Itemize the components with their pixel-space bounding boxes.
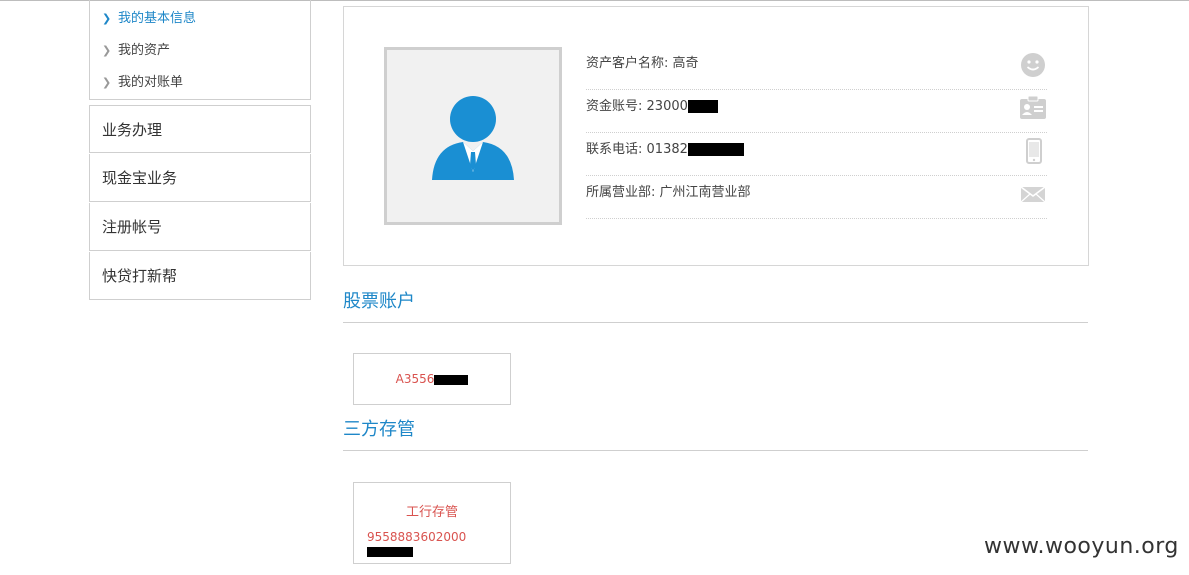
branch-value: 广州江南营业部 bbox=[659, 185, 751, 200]
watermark-text: www.wooyun.org bbox=[984, 534, 1179, 559]
bank-account-number: 9558883602000 bbox=[367, 530, 467, 544]
chevron-right-icon: ❯ bbox=[102, 44, 112, 57]
nav-business[interactable]: 业务办理 bbox=[89, 105, 311, 153]
submenu-item-label: 我的对账单 bbox=[118, 75, 184, 90]
info-label: 所属营业部: bbox=[586, 185, 656, 200]
redaction-bar bbox=[687, 100, 718, 113]
info-label: 联系电话: bbox=[586, 142, 643, 157]
account-submenu: ❯ 我的基本信息 ❯ 我的资产 ❯ 我的对账单 bbox=[89, 0, 311, 100]
redaction-bar bbox=[434, 374, 469, 385]
customer-name-value: 高奇 bbox=[672, 56, 699, 71]
info-label: 资产客户名称: bbox=[586, 56, 669, 71]
info-row-customer-name: 资产客户名称: 高奇 bbox=[586, 47, 1047, 90]
profile-card: 资产客户名称: 高奇 资金账号: 23000 联系电话: 01382 所属营业部… bbox=[343, 6, 1089, 266]
stock-account-number: A3556 bbox=[395, 372, 435, 386]
mobile-phone-icon bbox=[1019, 138, 1047, 164]
stock-account-title: 股票账户 bbox=[343, 291, 415, 312]
section-divider bbox=[343, 322, 1088, 323]
user-silhouette-icon bbox=[432, 96, 514, 180]
nav-register-account[interactable]: 注册帐号 bbox=[89, 203, 311, 251]
submenu-item-label: 我的基本信息 bbox=[118, 11, 197, 26]
info-row-phone: 联系电话: 01382 bbox=[586, 133, 1047, 176]
fund-account-value: 23000 bbox=[646, 99, 688, 114]
phone-value: 01382 bbox=[646, 142, 688, 157]
bank-custody-title: 三方存管 bbox=[343, 419, 415, 440]
redaction-bar bbox=[687, 143, 744, 156]
redaction-bar bbox=[367, 546, 413, 557]
stock-account-card[interactable]: A3556 bbox=[353, 353, 511, 405]
section-divider bbox=[343, 450, 1088, 451]
mail-envelope-icon bbox=[1019, 181, 1047, 207]
chevron-right-icon: ❯ bbox=[102, 76, 112, 89]
bank-custody-card[interactable]: 工行存管 9558883602000 bbox=[353, 482, 511, 564]
nav-cash-treasure[interactable]: 现金宝业务 bbox=[89, 154, 311, 202]
chevron-right-icon: ❯ bbox=[102, 12, 112, 25]
bank-name: 工行存管 bbox=[405, 505, 458, 520]
submenu-item-label: 我的资产 bbox=[118, 43, 171, 58]
submenu-item-statement[interactable]: ❯ 我的对账单 bbox=[102, 74, 183, 92]
submenu-item-basic-info[interactable]: ❯ 我的基本信息 bbox=[102, 10, 196, 28]
info-label: 资金账号: bbox=[586, 99, 643, 114]
id-card-icon bbox=[1019, 95, 1047, 121]
info-row-fund-account: 资金账号: 23000 bbox=[586, 90, 1047, 133]
bank-account-line: 9558883602000 bbox=[354, 530, 510, 558]
submenu-item-assets[interactable]: ❯ 我的资产 bbox=[102, 42, 170, 60]
info-row-branch: 所属营业部: 广州江南营业部 bbox=[586, 176, 1047, 219]
nav-quick-loan[interactable]: 快贷打新帮 bbox=[89, 252, 311, 300]
smiley-icon bbox=[1019, 52, 1047, 78]
avatar bbox=[384, 47, 562, 225]
